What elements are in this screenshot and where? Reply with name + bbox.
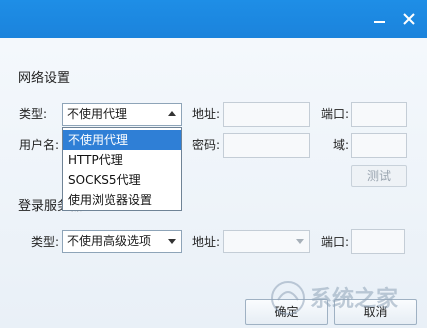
close-icon[interactable] (399, 9, 419, 29)
login-address-select[interactable] (223, 230, 310, 253)
ok-button[interactable]: 确定 (245, 299, 328, 325)
proxy-type-dropdown: 不使用代理 HTTP代理 SOCKS5代理 使用浏览器设置 (62, 127, 182, 211)
password-label: 密码: (192, 138, 221, 152)
proxy-type-label: 类型: (19, 107, 48, 121)
minimize-icon[interactable] (370, 9, 390, 29)
proxy-port-field[interactable] (351, 102, 407, 127)
proxy-type-select[interactable]: 不使用代理 (62, 103, 182, 126)
proxy-port-label: 端口: (321, 107, 350, 121)
title-bar (0, 0, 427, 38)
proxy-address-label: 地址: (192, 107, 221, 121)
proxy-address-field[interactable] (223, 102, 310, 127)
dropdown-option-no-proxy[interactable]: 不使用代理 (63, 130, 181, 150)
proxy-type-value: 不使用代理 (67, 107, 128, 121)
chevron-down-icon (296, 239, 304, 244)
dropdown-option-http[interactable]: HTTP代理 (63, 150, 181, 170)
domain-field[interactable] (351, 133, 407, 158)
cancel-button[interactable]: 取消 (334, 299, 417, 325)
chevron-down-icon (168, 239, 176, 244)
dropdown-option-socks5[interactable]: SOCKS5代理 (63, 170, 181, 190)
login-type-label: 类型: (31, 235, 60, 249)
login-port-label: 端口: (321, 235, 350, 249)
network-settings-title: 网络设置 (18, 71, 71, 86)
login-type-value: 不使用高级选项 (67, 234, 152, 248)
dropdown-option-browser[interactable]: 使用浏览器设置 (63, 190, 181, 210)
test-button[interactable]: 测试 (351, 165, 407, 187)
domain-label: 域: (333, 138, 350, 152)
chevron-up-icon (168, 111, 176, 116)
username-label: 用户名: (19, 138, 60, 152)
login-type-select[interactable]: 不使用高级选项 (62, 230, 182, 253)
password-field[interactable] (223, 133, 310, 158)
login-port-field[interactable] (351, 229, 405, 254)
login-address-label: 地址: (192, 235, 221, 249)
